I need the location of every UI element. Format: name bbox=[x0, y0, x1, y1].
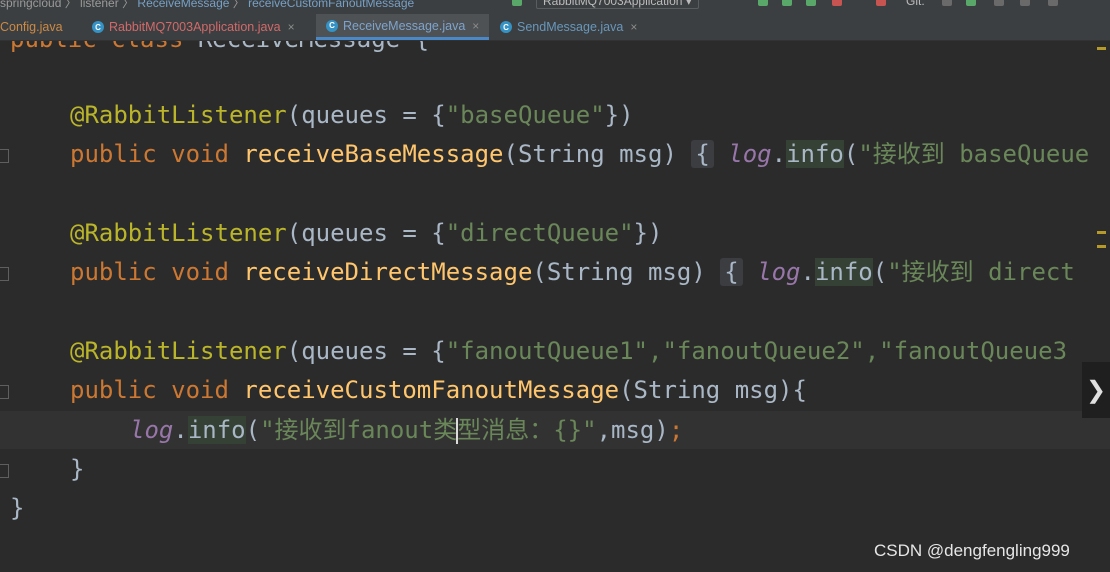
watermark: CSDN @dengfengling999 bbox=[874, 541, 1070, 560]
coverage-icon[interactable] bbox=[806, 0, 816, 6]
code-line-annotation: @RabbitListener(queues = {"baseQueue"}) bbox=[70, 101, 634, 129]
stop-icon[interactable] bbox=[876, 0, 886, 6]
git-label: Git: bbox=[906, 0, 925, 8]
class-icon: C bbox=[92, 21, 104, 33]
warning-stripe[interactable] bbox=[1097, 245, 1106, 248]
profile-icon[interactable] bbox=[832, 0, 842, 6]
tab-label: RabbitMQ7003Application.java bbox=[109, 20, 281, 34]
fold-icon[interactable] bbox=[0, 267, 9, 281]
breadcrumb-item[interactable]: listener bbox=[80, 0, 119, 10]
class-icon: C bbox=[500, 21, 512, 33]
settings-icon[interactable] bbox=[1048, 0, 1058, 6]
tab-receive-message[interactable]: C ReceiveMessage.java × bbox=[316, 14, 490, 40]
code-line-method: public void receiveDirectMessage(String … bbox=[70, 258, 1075, 286]
fold-icon[interactable] bbox=[0, 385, 9, 399]
warning-stripe[interactable] bbox=[1097, 47, 1106, 50]
code-editor[interactable]: public class ReceiveMessage { @RabbitLis… bbox=[0, 41, 1110, 572]
rollback-icon[interactable] bbox=[1020, 0, 1030, 6]
tab-label: SendMessage.java bbox=[517, 20, 624, 34]
build-icon[interactable] bbox=[512, 0, 522, 6]
run-configuration-label: RabbitMQ7003Application bbox=[543, 0, 683, 8]
tab-rabbitmq-application[interactable]: C RabbitMQ7003Application.java × bbox=[92, 14, 295, 40]
close-icon[interactable]: × bbox=[630, 20, 637, 34]
close-icon[interactable]: × bbox=[288, 20, 295, 34]
code-line-method: public void receiveBaseMessage(String ms… bbox=[70, 140, 1090, 168]
tab-label: Config.java bbox=[0, 20, 63, 34]
debug-icon[interactable] bbox=[782, 0, 792, 6]
tab-label: ReceiveMessage.java bbox=[343, 18, 466, 33]
update-icon[interactable] bbox=[942, 0, 952, 6]
code-line-class-declaration: public class ReceiveMessage { bbox=[10, 41, 429, 57]
fold-icon[interactable] bbox=[0, 149, 9, 163]
warning-stripe[interactable] bbox=[1097, 231, 1106, 234]
breadcrumb-item[interactable]: springcloud bbox=[0, 0, 61, 10]
code-line-method: public void receiveCustomFanoutMessage(S… bbox=[70, 376, 807, 404]
code-line-annotation: @RabbitListener(queues = {"fanoutQueue1"… bbox=[70, 337, 1068, 365]
tab-config[interactable]: Config.java bbox=[0, 14, 63, 40]
run-configuration-select[interactable]: RabbitMQ7003Application ▾ bbox=[536, 0, 699, 9]
code-line-log-statement: log.info("接收到fanout类型消息：{}",msg); bbox=[130, 416, 684, 444]
close-icon[interactable]: × bbox=[472, 19, 479, 33]
breadcrumb-item[interactable]: receiveCustomFanoutMessage bbox=[248, 0, 414, 10]
class-icon: C bbox=[326, 19, 338, 32]
navigation-toolbar: springcloud 〉 listener 〉 ReceiveMessage … bbox=[0, 0, 1110, 14]
history-icon[interactable] bbox=[994, 0, 1004, 6]
code-line-annotation: @RabbitListener(queues = {"directQueue"}… bbox=[70, 219, 663, 247]
breadcrumb: springcloud 〉 listener 〉 ReceiveMessage … bbox=[0, 0, 414, 11]
chevron-right-icon[interactable]: ❯ bbox=[1082, 362, 1110, 418]
fold-icon[interactable] bbox=[0, 464, 9, 478]
commit-icon[interactable] bbox=[966, 0, 976, 6]
editor-tab-bar: Config.java C RabbitMQ7003Application.ja… bbox=[0, 14, 1110, 41]
code-line-class-close: } bbox=[10, 494, 25, 522]
tab-send-message[interactable]: C SendMessage.java × bbox=[500, 14, 637, 40]
run-icon[interactable] bbox=[758, 0, 768, 6]
breadcrumb-item[interactable]: ReceiveMessage bbox=[137, 0, 229, 10]
code-line-method-close: } bbox=[70, 455, 85, 483]
